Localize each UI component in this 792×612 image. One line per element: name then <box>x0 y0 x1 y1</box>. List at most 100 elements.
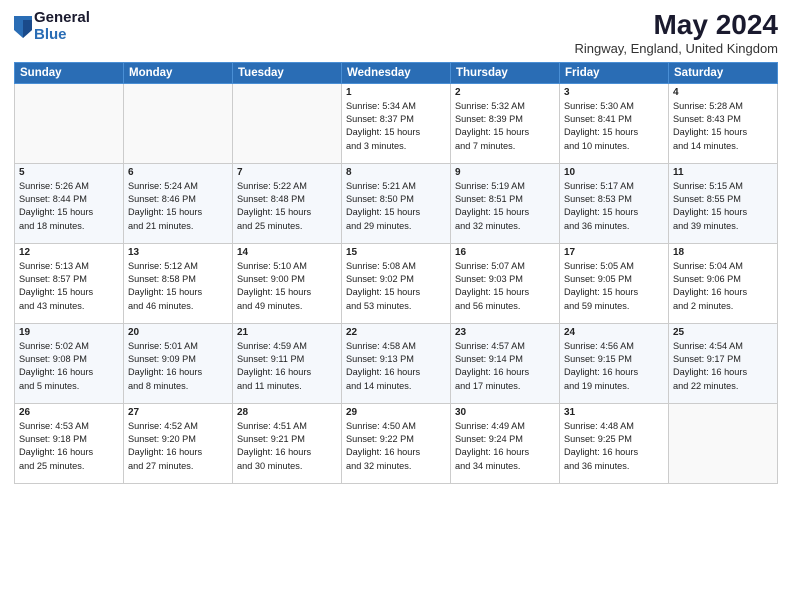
day-info: Sunrise: 5:24 AM Sunset: 8:46 PM Dayligh… <box>128 180 228 233</box>
day-number: 26 <box>19 407 119 418</box>
day-info: Sunrise: 4:58 AM Sunset: 9:13 PM Dayligh… <box>346 340 446 393</box>
day-info: Sunrise: 5:05 AM Sunset: 9:05 PM Dayligh… <box>564 260 664 313</box>
day-info: Sunrise: 4:59 AM Sunset: 9:11 PM Dayligh… <box>237 340 337 393</box>
day-number: 29 <box>346 407 446 418</box>
calendar-week-2: 5 Sunrise: 5:26 AM Sunset: 8:44 PM Daylig… <box>15 163 778 243</box>
subtitle: Ringway, England, United Kingdom <box>574 41 778 56</box>
day-info: Sunrise: 4:53 AM Sunset: 9:18 PM Dayligh… <box>19 420 119 473</box>
col-friday: Friday <box>560 62 669 83</box>
day-number: 3 <box>564 87 664 98</box>
col-wednesday: Wednesday <box>342 62 451 83</box>
calendar-cell: 20 Sunrise: 5:01 AM Sunset: 9:09 PM Dayli… <box>124 323 233 403</box>
day-info: Sunrise: 5:28 AM Sunset: 8:43 PM Dayligh… <box>673 100 773 153</box>
day-number: 22 <box>346 327 446 338</box>
calendar-cell: 7 Sunrise: 5:22 AM Sunset: 8:48 PM Daylig… <box>233 163 342 243</box>
calendar-cell: 12 Sunrise: 5:13 AM Sunset: 8:57 PM Dayli… <box>15 243 124 323</box>
calendar-cell: 17 Sunrise: 5:05 AM Sunset: 9:05 PM Dayli… <box>560 243 669 323</box>
calendar-cell: 18 Sunrise: 5:04 AM Sunset: 9:06 PM Dayli… <box>669 243 778 323</box>
day-number: 21 <box>237 327 337 338</box>
day-number: 11 <box>673 167 773 178</box>
day-info: Sunrise: 5:13 AM Sunset: 8:57 PM Dayligh… <box>19 260 119 313</box>
calendar-cell <box>15 83 124 163</box>
calendar-cell <box>233 83 342 163</box>
main-title: May 2024 <box>574 10 778 41</box>
day-number: 27 <box>128 407 228 418</box>
calendar-cell: 15 Sunrise: 5:08 AM Sunset: 9:02 PM Dayli… <box>342 243 451 323</box>
day-number: 8 <box>346 167 446 178</box>
calendar-cell: 4 Sunrise: 5:28 AM Sunset: 8:43 PM Daylig… <box>669 83 778 163</box>
calendar-cell: 27Sunrise: 4:52 AM Sunset: 9:20 PM Dayli… <box>124 403 233 483</box>
day-info: Sunrise: 5:19 AM Sunset: 8:51 PM Dayligh… <box>455 180 555 233</box>
day-info: Sunrise: 5:10 AM Sunset: 9:00 PM Dayligh… <box>237 260 337 313</box>
day-info: Sunrise: 4:56 AM Sunset: 9:15 PM Dayligh… <box>564 340 664 393</box>
logo-general-text: General <box>34 10 90 27</box>
calendar-cell: 2Sunrise: 5:32 AM Sunset: 8:39 PM Daylig… <box>451 83 560 163</box>
calendar-cell: 11 Sunrise: 5:15 AM Sunset: 8:55 PM Dayli… <box>669 163 778 243</box>
day-number: 12 <box>19 247 119 258</box>
day-number: 20 <box>128 327 228 338</box>
day-number: 17 <box>564 247 664 258</box>
day-info: Sunrise: 5:30 AM Sunset: 8:41 PM Dayligh… <box>564 100 664 153</box>
calendar-cell: 22 Sunrise: 4:58 AM Sunset: 9:13 PM Dayli… <box>342 323 451 403</box>
day-info: Sunrise: 5:21 AM Sunset: 8:50 PM Dayligh… <box>346 180 446 233</box>
calendar-cell: 19 Sunrise: 5:02 AM Sunset: 9:08 PM Dayli… <box>15 323 124 403</box>
col-monday: Monday <box>124 62 233 83</box>
day-number: 25 <box>673 327 773 338</box>
calendar-cell <box>669 403 778 483</box>
calendar-week-3: 12 Sunrise: 5:13 AM Sunset: 8:57 PM Dayli… <box>15 243 778 323</box>
logo-blue-text: Blue <box>34 27 90 44</box>
calendar-cell: 25Sunrise: 4:54 AM Sunset: 9:17 PM Dayli… <box>669 323 778 403</box>
calendar-cell: 9 Sunrise: 5:19 AM Sunset: 8:51 PM Daylig… <box>451 163 560 243</box>
calendar-cell: 16Sunrise: 5:07 AM Sunset: 9:03 PM Dayli… <box>451 243 560 323</box>
day-info: Sunrise: 4:48 AM Sunset: 9:25 PM Dayligh… <box>564 420 664 473</box>
day-info: Sunrise: 5:22 AM Sunset: 8:48 PM Dayligh… <box>237 180 337 233</box>
title-block: May 2024 Ringway, England, United Kingdo… <box>574 10 778 56</box>
day-number: 16 <box>455 247 555 258</box>
day-number: 4 <box>673 87 773 98</box>
day-info: Sunrise: 5:01 AM Sunset: 9:09 PM Dayligh… <box>128 340 228 393</box>
day-info: Sunrise: 4:57 AM Sunset: 9:14 PM Dayligh… <box>455 340 555 393</box>
day-info: Sunrise: 5:26 AM Sunset: 8:44 PM Dayligh… <box>19 180 119 233</box>
logo-icon <box>14 16 32 38</box>
calendar-cell: 30 Sunrise: 4:49 AM Sunset: 9:24 PM Dayli… <box>451 403 560 483</box>
calendar-cell: 28Sunrise: 4:51 AM Sunset: 9:21 PM Dayli… <box>233 403 342 483</box>
calendar-week-5: 26 Sunrise: 4:53 AM Sunset: 9:18 PM Dayli… <box>15 403 778 483</box>
day-number: 13 <box>128 247 228 258</box>
day-info: Sunrise: 5:02 AM Sunset: 9:08 PM Dayligh… <box>19 340 119 393</box>
calendar-week-1: 1 Sunrise: 5:34 AM Sunset: 8:37 PM Daylig… <box>15 83 778 163</box>
col-thursday: Thursday <box>451 62 560 83</box>
day-number: 6 <box>128 167 228 178</box>
day-number: 15 <box>346 247 446 258</box>
calendar-cell: 31 Sunrise: 4:48 AM Sunset: 9:25 PM Dayli… <box>560 403 669 483</box>
calendar-cell: 10Sunrise: 5:17 AM Sunset: 8:53 PM Dayli… <box>560 163 669 243</box>
day-number: 9 <box>455 167 555 178</box>
day-info: Sunrise: 5:04 AM Sunset: 9:06 PM Dayligh… <box>673 260 773 313</box>
calendar-cell: 14Sunrise: 5:10 AM Sunset: 9:00 PM Dayli… <box>233 243 342 323</box>
day-number: 18 <box>673 247 773 258</box>
day-number: 1 <box>346 87 446 98</box>
day-info: Sunrise: 4:50 AM Sunset: 9:22 PM Dayligh… <box>346 420 446 473</box>
calendar-header-row: Sunday Monday Tuesday Wednesday Thursday… <box>15 62 778 83</box>
day-info: Sunrise: 5:08 AM Sunset: 9:02 PM Dayligh… <box>346 260 446 313</box>
calendar-week-4: 19 Sunrise: 5:02 AM Sunset: 9:08 PM Dayli… <box>15 323 778 403</box>
col-saturday: Saturday <box>669 62 778 83</box>
calendar-cell: 3 Sunrise: 5:30 AM Sunset: 8:41 PM Daylig… <box>560 83 669 163</box>
calendar-cell: 29 Sunrise: 4:50 AM Sunset: 9:22 PM Dayli… <box>342 403 451 483</box>
day-number: 19 <box>19 327 119 338</box>
day-info: Sunrise: 5:32 AM Sunset: 8:39 PM Dayligh… <box>455 100 555 153</box>
day-number: 30 <box>455 407 555 418</box>
day-number: 7 <box>237 167 337 178</box>
day-info: Sunrise: 5:15 AM Sunset: 8:55 PM Dayligh… <box>673 180 773 233</box>
day-number: 10 <box>564 167 664 178</box>
day-info: Sunrise: 4:49 AM Sunset: 9:24 PM Dayligh… <box>455 420 555 473</box>
logo: General Blue <box>14 10 90 43</box>
day-number: 31 <box>564 407 664 418</box>
calendar-cell <box>124 83 233 163</box>
calendar-cell: 24Sunrise: 4:56 AM Sunset: 9:15 PM Dayli… <box>560 323 669 403</box>
calendar-table: Sunday Monday Tuesday Wednesday Thursday… <box>14 62 778 484</box>
calendar-cell: 26 Sunrise: 4:53 AM Sunset: 9:18 PM Dayli… <box>15 403 124 483</box>
calendar-cell: 5 Sunrise: 5:26 AM Sunset: 8:44 PM Daylig… <box>15 163 124 243</box>
day-info: Sunrise: 5:34 AM Sunset: 8:37 PM Dayligh… <box>346 100 446 153</box>
day-number: 5 <box>19 167 119 178</box>
day-number: 23 <box>455 327 555 338</box>
